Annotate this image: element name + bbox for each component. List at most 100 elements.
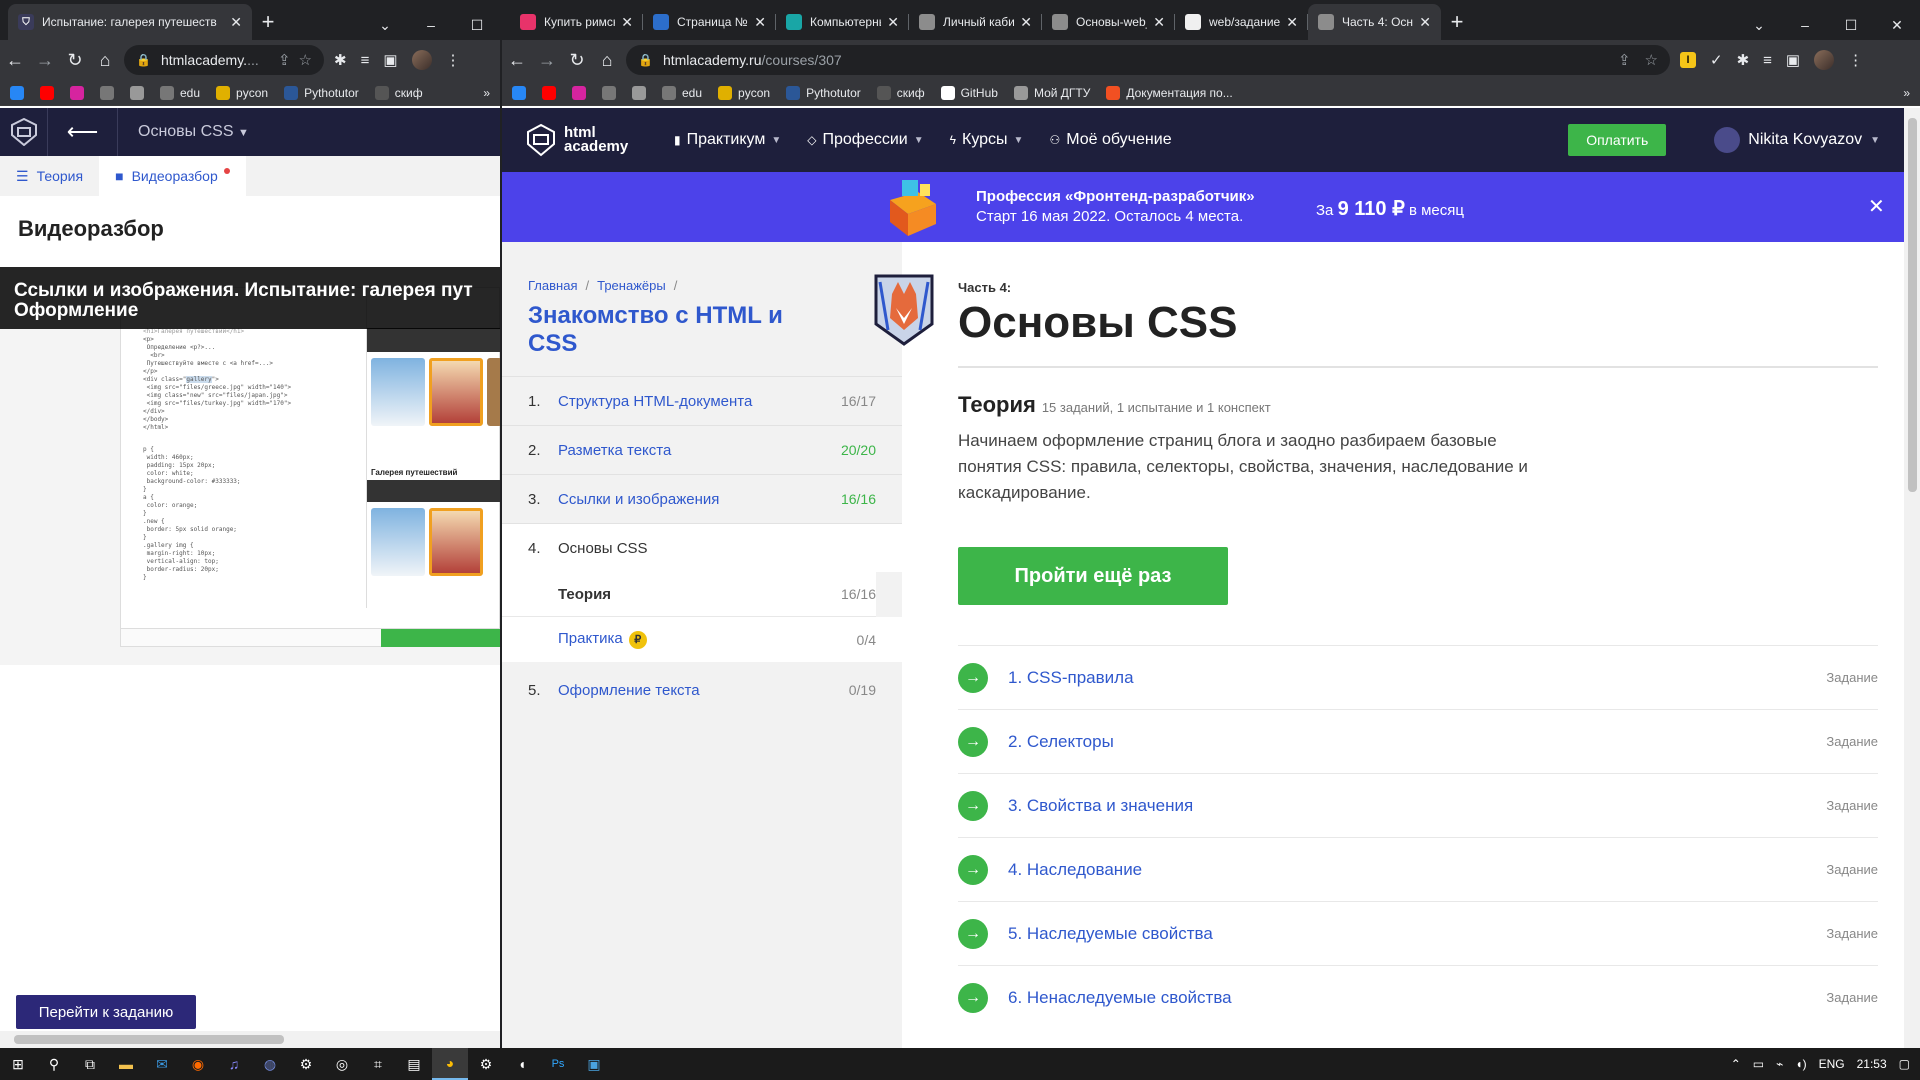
address-bar[interactable]: 🔒 htmlacademy.... ⇪ ☆ <box>124 45 324 75</box>
close-tab-icon[interactable]: ✕ <box>1020 14 1032 31</box>
maximize-icon[interactable]: ☐ <box>454 10 500 40</box>
back-arrow-icon[interactable]: ← <box>0 50 30 71</box>
chevron-up-icon[interactable]: ⌃ <box>1731 1057 1741 1071</box>
music-icon[interactable]: ♫ <box>216 1048 252 1080</box>
more-bookmarks-icon[interactable]: » <box>1903 86 1910 100</box>
chapter-item[interactable]: 2. Разметка текста 20/20 <box>502 425 902 474</box>
more-bookmarks-icon[interactable]: » <box>483 86 490 100</box>
chapter-item[interactable]: 1. Структура HTML-документа 16/17 <box>502 376 902 425</box>
notification-icon[interactable]: ▢ <box>1899 1057 1910 1071</box>
chapter-item[interactable]: 3. Ссылки и изображения 16/16 <box>502 474 902 523</box>
share-icon[interactable]: ⇪ <box>1618 51 1631 69</box>
minimize-icon[interactable]: – <box>408 10 454 40</box>
breadcrumb-home[interactable]: Главная <box>528 278 577 293</box>
app-icon[interactable]: ▣ <box>576 1048 612 1080</box>
search-icon[interactable]: ⚲ <box>36 1048 72 1080</box>
pay-button[interactable]: Оплатить <box>1568 124 1667 156</box>
breadcrumb-trainers[interactable]: Тренажёры <box>597 278 666 293</box>
obs-icon[interactable]: ◎ <box>324 1048 360 1080</box>
browser-tab[interactable]: Компьютерные сп ✕ <box>776 4 909 40</box>
chevron-down-icon[interactable]: ⌄ <box>1736 10 1782 40</box>
steam-icon[interactable]: ⚙ <box>468 1048 504 1080</box>
browser-tab[interactable]: Основы-web_Зада ✕ <box>1042 4 1175 40</box>
puzzle-icon[interactable]: ✱ <box>1737 51 1750 69</box>
vk-icon[interactable]: ✓ <box>1710 51 1723 69</box>
browser-tab[interactable]: Личный кабинет ✕ <box>909 4 1042 40</box>
task-row[interactable]: → 5. Наследуемые свойства Задание <box>958 901 1878 965</box>
task-row[interactable]: → 6. Ненаследуемые свойства Задание <box>958 965 1878 1029</box>
bookmark-item[interactable]: Pythotutor <box>284 85 359 100</box>
course-title[interactable]: Знакомство с HTML и CSS <box>528 302 788 358</box>
browser-tab[interactable]: Купить римские ч ✕ <box>510 4 643 40</box>
bookmark-item[interactable]: Документация по... <box>1106 85 1233 100</box>
reload-icon[interactable]: ↻ <box>60 50 90 71</box>
bookmark-item[interactable]: pycon <box>216 85 268 100</box>
close-tab-icon[interactable]: ✕ <box>887 14 899 31</box>
task-row[interactable]: → 4. Наследование Задание <box>958 837 1878 901</box>
promo-banner[interactable]: Профессия «Фронтенд-разработчик» Старт 1… <box>502 172 1904 242</box>
app-icon[interactable]: ◖ <box>504 1048 540 1080</box>
task-view-icon[interactable]: ⧉ <box>72 1048 108 1080</box>
vertical-scrollbar[interactable] <box>1904 108 1920 1048</box>
nav-my-learning[interactable]: ⚇ Моё обучение <box>1049 131 1171 149</box>
tab-video[interactable]: ■ Видеоразбор <box>99 156 246 196</box>
bookmark-item[interactable] <box>100 85 114 100</box>
language-indicator[interactable]: ENG <box>1819 1057 1845 1071</box>
bookmark-item[interactable] <box>542 85 556 100</box>
subchapter-theory[interactable]: Теория 16/16 <box>502 572 876 617</box>
playlist-icon[interactable]: ≡ <box>361 52 370 69</box>
close-window-icon[interactable]: ✕ <box>1874 10 1920 40</box>
home-icon[interactable]: ⌂ <box>90 50 120 71</box>
browser-tab[interactable]: Часть 4: Основы (✕ <box>1308 4 1441 40</box>
battery-icon[interactable]: ▭ <box>1753 1057 1764 1071</box>
back-arrow-icon[interactable]: ← <box>502 50 532 71</box>
chapter-item-current[interactable]: 4. Основы CSS <box>502 523 902 572</box>
close-icon[interactable]: ✕ <box>1868 194 1885 219</box>
extension-yellow-icon[interactable]: l <box>1680 52 1696 68</box>
bookmark-item[interactable] <box>602 85 616 100</box>
chevron-down-icon[interactable]: ⌄ <box>362 10 408 40</box>
retry-button[interactable]: Пройти ещё раз <box>958 547 1228 605</box>
subchapter-practice[interactable]: Практика ₽0/4 <box>502 617 902 662</box>
bookmark-item[interactable] <box>512 85 526 100</box>
bookmark-item[interactable] <box>572 85 586 100</box>
forward-arrow-icon[interactable]: → <box>532 50 562 71</box>
bookmark-item[interactable]: Мой ДГТУ <box>1013 85 1090 100</box>
close-tab-icon[interactable]: ✕ <box>1153 14 1165 31</box>
playlist-icon[interactable]: ≡ <box>1763 52 1772 69</box>
browser-tab[interactable]: Страница №3 - С ✕ <box>643 4 776 40</box>
kebab-menu-icon[interactable]: ⋮ <box>446 51 461 69</box>
maximize-icon[interactable]: ☐ <box>1828 10 1874 40</box>
close-tab-icon[interactable]: ✕ <box>621 14 633 31</box>
close-tab-icon[interactable]: ✕ <box>1419 14 1431 31</box>
home-icon[interactable]: ⌂ <box>592 50 622 71</box>
profile-avatar[interactable] <box>411 50 432 70</box>
task-row[interactable]: → 2. Селекторы Задание <box>958 709 1878 773</box>
clock[interactable]: 21:53 <box>1857 1057 1887 1071</box>
site-logo[interactable]: html academy <box>526 123 646 157</box>
back-arrow-icon[interactable]: ⟵ <box>48 108 118 156</box>
bookmark-item[interactable]: Pythotutor <box>786 85 861 100</box>
address-bar[interactable]: 🔒 htmlacademy.ru/courses/307 ⇪ ☆ <box>626 45 1670 75</box>
chrome-icon[interactable]: ◕ <box>432 1048 468 1080</box>
bookmark-item[interactable]: edu <box>662 85 702 100</box>
sidepanel-icon[interactable]: ▣ <box>383 51 397 69</box>
photoshop-icon[interactable]: Ps <box>540 1048 576 1080</box>
yandex-browser-icon[interactable]: ◉ <box>180 1048 216 1080</box>
close-tab-icon[interactable]: ✕ <box>230 14 242 31</box>
tab-theory[interactable]: ☰ Теория <box>0 156 99 196</box>
file-explorer-icon[interactable]: ▬ <box>108 1048 144 1080</box>
horizontal-scrollbar[interactable] <box>0 1031 500 1048</box>
bookmark-item[interactable]: GitHub <box>940 85 998 100</box>
profile-avatar[interactable] <box>1814 50 1835 70</box>
nav-courses[interactable]: ϟ Курсы ▼ <box>950 131 1024 149</box>
puzzle-icon[interactable]: ✱ <box>334 51 347 69</box>
user-menu[interactable]: Nikita Kovyazov ▼ <box>1714 127 1880 153</box>
close-tab-icon[interactable]: ✕ <box>754 14 766 31</box>
browser-tab[interactable]: web/задание2.pn ✕ <box>1175 4 1308 40</box>
star-icon[interactable]: ☆ <box>1645 51 1658 69</box>
sidepanel-icon[interactable]: ▣ <box>1786 51 1800 69</box>
course-selector[interactable]: Основы CSS ▼ <box>118 123 249 141</box>
bookmark-item[interactable] <box>10 85 24 100</box>
app-b-icon[interactable]: ▤ <box>396 1048 432 1080</box>
